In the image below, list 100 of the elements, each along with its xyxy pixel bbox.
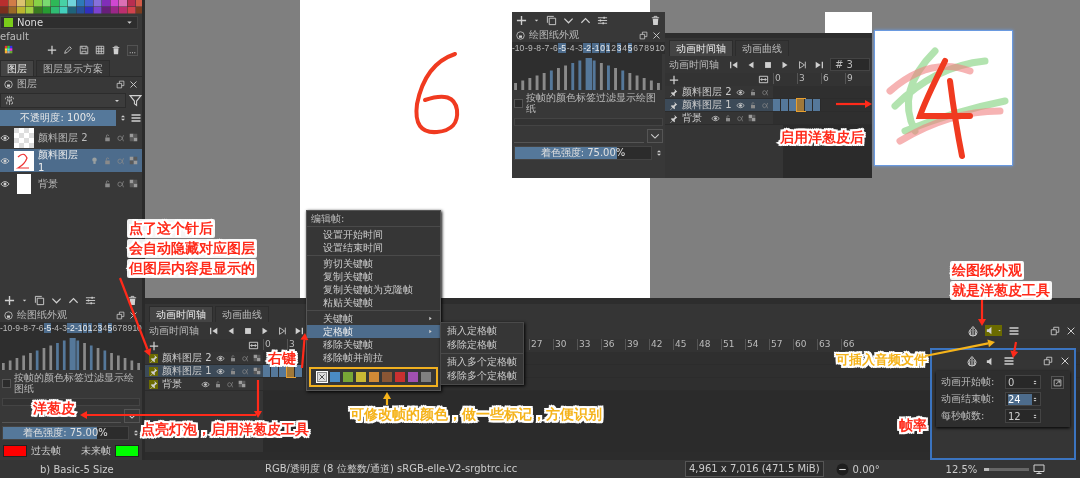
docker-tab[interactable]: 动画时间轴 — [149, 306, 213, 322]
number-field[interactable]: 12 — [1005, 409, 1041, 423]
menu-item[interactable]: 复制关键帧为克隆帧 — [307, 283, 440, 296]
docker-tab[interactable]: 图层 — [0, 60, 34, 76]
lock-icon[interactable] — [214, 380, 222, 388]
pin-icon[interactable] — [669, 113, 678, 123]
eye-icon[interactable] — [735, 87, 745, 97]
lock-icon[interactable] — [228, 354, 237, 362]
grid-icon[interactable] — [95, 45, 105, 55]
frame-number[interactable]: 9 — [649, 43, 655, 53]
onion-icon[interactable] — [966, 355, 978, 367]
frame-number[interactable]: -7 — [541, 43, 550, 53]
previous-frame-icon[interactable] — [226, 325, 236, 336]
docker-tab[interactable]: 动画曲线 — [735, 40, 789, 56]
float-icon[interactable] — [116, 310, 125, 320]
eye-icon[interactable] — [0, 178, 10, 189]
frame-number[interactable]: 1 — [87, 323, 93, 333]
alpha-icon[interactable] — [116, 133, 125, 142]
frame-number[interactable]: 5 — [627, 43, 633, 53]
play-icon[interactable] — [780, 59, 790, 70]
previous-frame-icon[interactable] — [746, 59, 756, 70]
checker-icon[interactable] — [252, 354, 261, 362]
lock-icon[interactable] — [228, 367, 237, 375]
eye-icon[interactable] — [0, 155, 10, 166]
layer-row[interactable]: 背景 — [0, 172, 142, 195]
lock-icon[interactable] — [103, 133, 112, 142]
monitor-icon[interactable] — [1032, 463, 1045, 475]
frame-number[interactable]: 8 — [122, 323, 128, 333]
save-icon[interactable] — [79, 45, 89, 55]
frame-number[interactable]: -8 — [20, 323, 28, 333]
frame-number[interactable]: -1 — [74, 323, 83, 333]
trash-icon[interactable] — [650, 14, 661, 26]
checker-icon[interactable] — [252, 367, 261, 375]
frame-number[interactable]: 7 — [638, 43, 644, 53]
lock-icon[interactable] — [724, 114, 732, 122]
fit-width-icon[interactable] — [758, 74, 769, 85]
close-icon[interactable] — [1066, 325, 1076, 336]
frame-number[interactable]: -10 — [512, 43, 525, 53]
menu-item[interactable]: 剪切关键帧 — [307, 257, 440, 270]
frame-number[interactable]: -9 — [12, 323, 21, 333]
pin-icon[interactable] — [669, 87, 678, 97]
number-field[interactable]: 0 — [1005, 375, 1041, 389]
frame-number[interactable]: 3 — [616, 43, 622, 53]
checker-icon[interactable] — [748, 114, 756, 122]
frame-number[interactable]: 10 — [655, 43, 665, 53]
float-icon[interactable] — [1050, 325, 1060, 336]
frame-number[interactable]: -10 — [0, 323, 13, 333]
layer-header[interactable]: 背景 — [145, 378, 263, 390]
add-layer-icon[interactable] — [149, 340, 159, 351]
color-swatch[interactable] — [421, 372, 431, 382]
lock-icon[interactable] — [748, 88, 757, 96]
close-icon[interactable] — [129, 310, 138, 320]
checker-icon[interactable] — [238, 380, 246, 388]
layer-header[interactable]: 颜料图层 1 — [145, 365, 263, 377]
frame-number[interactable]: 2 — [611, 43, 616, 53]
frame-number[interactable]: 8 — [644, 43, 650, 53]
frame-number[interactable]: -3 — [575, 43, 583, 53]
layer-header[interactable]: 颜料图层 2 — [145, 352, 263, 364]
onion-icon[interactable] — [967, 324, 979, 337]
menu-item[interactable]: 设置结束时间 — [307, 241, 440, 254]
add-icon[interactable] — [516, 14, 527, 26]
next-frame-icon[interactable] — [797, 59, 807, 70]
menu-item[interactable]: 插入多个定格帧 — [441, 355, 523, 369]
menu-item[interactable]: 复制关键帧 — [307, 270, 440, 283]
pencil-icon[interactable] — [63, 45, 73, 55]
eye-icon[interactable] — [215, 366, 225, 376]
menu-icon[interactable] — [1003, 355, 1015, 367]
color-swatch[interactable] — [343, 372, 353, 382]
layer-row[interactable]: 颜料图层 1 — [0, 149, 142, 172]
frame-number[interactable]: -2 — [67, 323, 75, 333]
add-layer-icon[interactable] — [669, 74, 679, 85]
eye-icon[interactable] — [201, 379, 210, 389]
frame-number[interactable]: -3 — [59, 323, 67, 333]
menu-item[interactable]: 插入定格帧 — [441, 324, 523, 338]
dropdown-button[interactable] — [647, 129, 663, 143]
fit-width-icon[interactable] — [248, 340, 259, 351]
eye-icon[interactable] — [735, 100, 745, 110]
zoom-slider[interactable] — [983, 467, 1029, 471]
pin-icon[interactable] — [149, 366, 158, 376]
color-swatch[interactable] — [408, 372, 418, 382]
color-swatch[interactable] — [115, 445, 139, 457]
frame-number[interactable]: 7 — [117, 323, 123, 333]
last-frame-icon[interactable] — [814, 59, 824, 70]
trash-icon[interactable] — [127, 294, 138, 306]
frame-number[interactable]: -5 — [43, 323, 52, 333]
add-icon[interactable] — [47, 45, 57, 55]
no-color-icon[interactable] — [317, 372, 327, 382]
menu-item[interactable]: 移除帧并前拉 — [307, 351, 440, 364]
trash-icon[interactable] — [111, 45, 121, 55]
duplicate-icon[interactable] — [546, 14, 557, 26]
frame-number[interactable]: 1 — [605, 43, 611, 53]
lock-icon[interactable] — [103, 179, 112, 188]
frame-number[interactable]: -5 — [558, 43, 566, 53]
color-swatch[interactable] — [395, 372, 405, 382]
checker-icon[interactable] — [129, 156, 138, 165]
speaker-button[interactable] — [985, 325, 1002, 336]
alpha-icon[interactable] — [116, 179, 125, 188]
menu-icon[interactable] — [1008, 324, 1020, 337]
sliders-icon[interactable] — [85, 294, 96, 306]
filter-icon[interactable] — [129, 94, 142, 107]
